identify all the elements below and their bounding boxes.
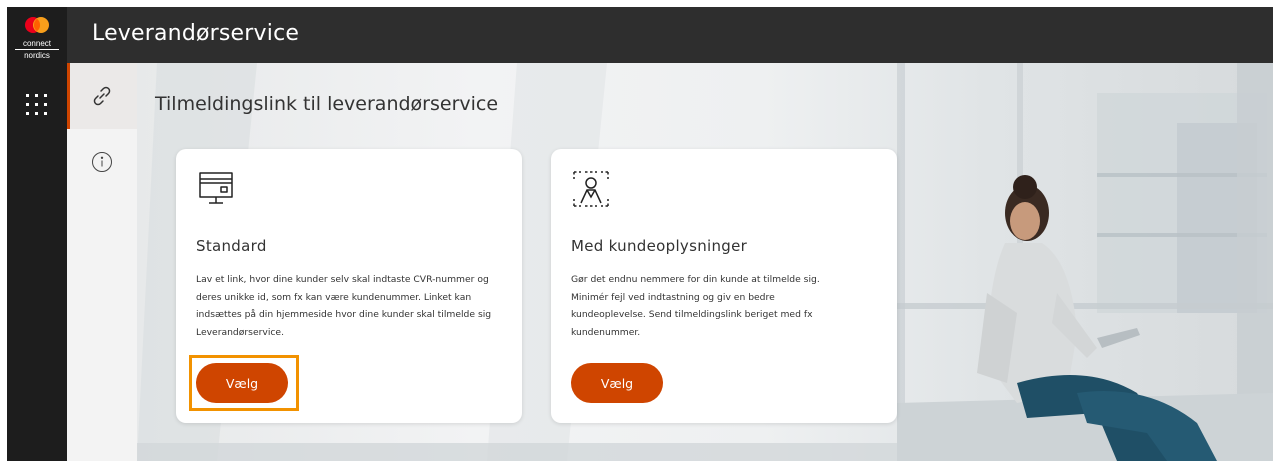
monitor-icon [196,169,236,213]
card-standard: Standard Lav et link, hvor dine kunder s… [176,149,522,423]
brand-line1: connect [22,39,52,48]
brand-logo[interactable]: connect nordics [7,15,67,73]
app-frame: connect nordics Leverandørservice Tilmel… [7,7,1273,461]
top-header: Leverandørservice [67,7,1273,63]
choose-standard-button[interactable]: Vælg [196,363,288,403]
card-description: Gør det endnu nemmere for din kunde at t… [571,274,820,338]
card-title: Standard [196,237,267,255]
subnav-item-link[interactable] [67,63,137,129]
brand-divider [15,49,59,50]
left-rail: connect nordics [7,7,67,461]
mastercard-logo-icon [25,17,49,33]
sub-navigation [67,63,137,461]
person-scan-icon [571,169,611,213]
app-grid-icon[interactable] [23,91,51,119]
card-customer-info: Med kundeoplysninger Gør det endnu nemme… [551,149,897,423]
brand-line2: nordics [24,51,50,60]
main-content: Tilmeldingslink til leverandørservice St… [137,63,1273,461]
link-icon [93,86,111,106]
info-icon [92,152,112,172]
page-title: Leverandørservice [92,21,300,46]
card-description: Lav et link, hvor dine kunder selv skal … [196,274,492,338]
card-title: Med kundeoplysninger [571,237,748,255]
subnav-item-info[interactable] [67,129,137,195]
section-title: Tilmeldingslink til leverandørservice [155,93,499,115]
choose-customer-info-button[interactable]: Vælg [571,363,663,403]
